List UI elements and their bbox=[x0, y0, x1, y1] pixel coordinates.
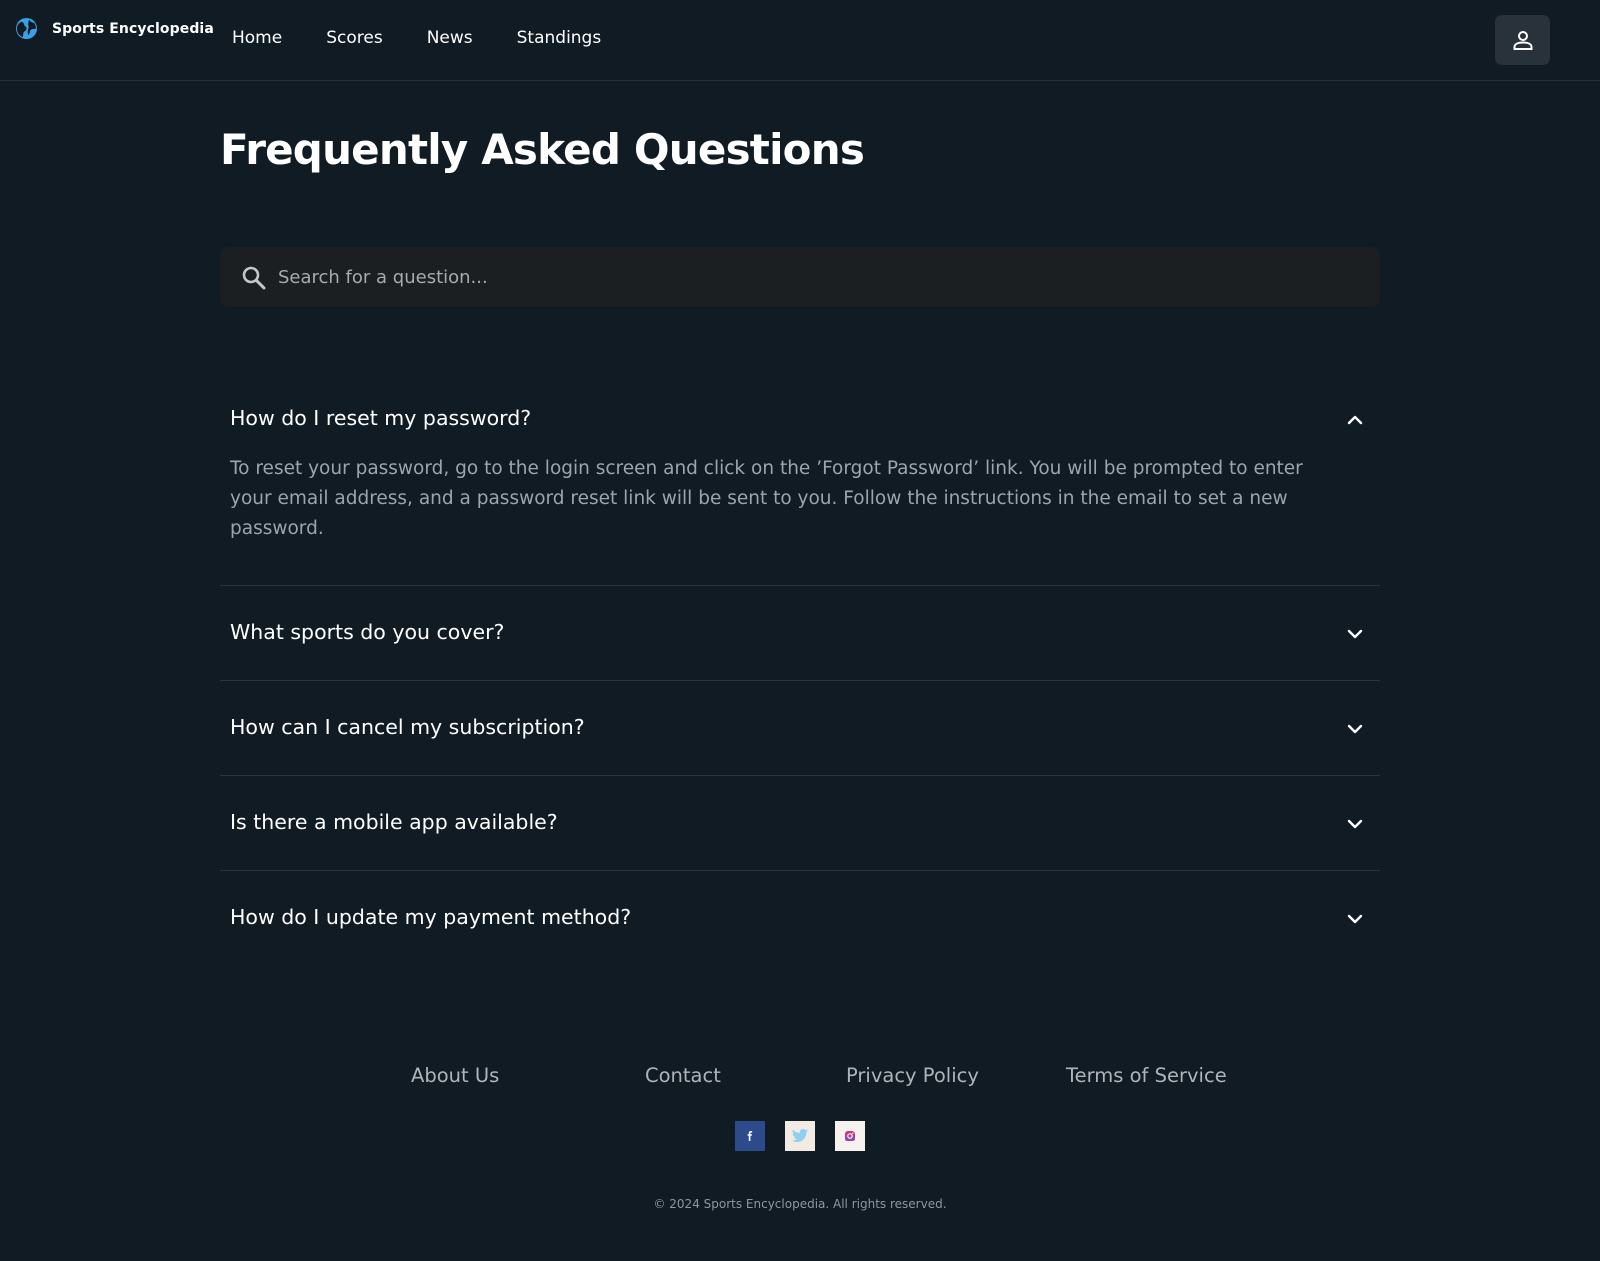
user-icon bbox=[1513, 31, 1532, 50]
chevron-down-icon bbox=[1347, 724, 1363, 734]
brand-logo[interactable]: Sports Encyclopedia bbox=[15, 17, 214, 40]
twitter-icon bbox=[792, 1129, 808, 1142]
user-account-button[interactable] bbox=[1495, 15, 1550, 65]
facebook-link[interactable] bbox=[735, 1121, 765, 1151]
chevron-down-icon bbox=[1347, 629, 1363, 639]
instagram-icon bbox=[845, 1131, 855, 1141]
faq-answer: To reset your password, go to the login … bbox=[230, 458, 1303, 539]
faq-item: How do I update my payment method? bbox=[220, 871, 1380, 966]
faq-list: How do I reset my password? To reset you… bbox=[220, 396, 1380, 966]
chevron-down-icon bbox=[1347, 914, 1363, 924]
faq-item: Is there a mobile app available? bbox=[220, 776, 1380, 871]
nav-news[interactable]: News bbox=[427, 28, 473, 48]
search-icon bbox=[242, 266, 266, 290]
faq-question: Is there a mobile app available? bbox=[230, 810, 558, 834]
footer-link-about-us[interactable]: About Us bbox=[411, 1064, 499, 1087]
faq-question: What sports do you cover? bbox=[230, 620, 505, 644]
faq-question-toggle[interactable]: Is there a mobile app available? bbox=[220, 800, 1380, 848]
faq-item: What sports do you cover? bbox=[220, 586, 1380, 681]
nav-scores[interactable]: Scores bbox=[326, 28, 382, 48]
faq-question-toggle[interactable]: How can I cancel my subscription? bbox=[220, 705, 1380, 753]
copyright-text: © 2024 Sports Encyclopedia. All rights r… bbox=[653, 1197, 947, 1211]
footer-link-terms-of-service[interactable]: Terms of Service bbox=[1066, 1064, 1227, 1087]
chevron-up-icon bbox=[1347, 415, 1363, 425]
faq-item: How can I cancel my subscription? bbox=[220, 681, 1380, 776]
search-bar bbox=[220, 247, 1380, 307]
search-input[interactable] bbox=[278, 247, 1358, 307]
top-navbar: Sports Encyclopedia Home Scores News Sta… bbox=[0, 0, 1600, 81]
faq-item: How do I reset my password? To reset you… bbox=[220, 396, 1380, 586]
main-nav: Home Scores News Standings bbox=[232, 28, 645, 48]
page-title: Frequently Asked Questions bbox=[220, 125, 865, 174]
footer-link-privacy-policy[interactable]: Privacy Policy bbox=[846, 1064, 979, 1087]
globe-icon bbox=[15, 17, 38, 40]
footer-link-contact[interactable]: Contact bbox=[645, 1064, 721, 1087]
faq-question-toggle[interactable]: How do I update my payment method? bbox=[220, 895, 1380, 943]
facebook-icon bbox=[747, 1131, 753, 1141]
faq-question-toggle[interactable]: How do I reset my password? bbox=[220, 396, 1380, 444]
nav-home[interactable]: Home bbox=[232, 28, 282, 48]
twitter-link[interactable] bbox=[785, 1121, 815, 1151]
nav-standings[interactable]: Standings bbox=[517, 28, 602, 48]
chevron-down-icon bbox=[1347, 819, 1363, 829]
faq-question: How can I cancel my subscription? bbox=[230, 715, 585, 739]
instagram-link[interactable] bbox=[835, 1121, 865, 1151]
brand-name: Sports Encyclopedia bbox=[52, 20, 214, 37]
faq-question: How do I reset my password? bbox=[230, 406, 532, 430]
faq-question: How do I update my payment method? bbox=[230, 905, 632, 929]
faq-question-toggle[interactable]: What sports do you cover? bbox=[220, 610, 1380, 658]
